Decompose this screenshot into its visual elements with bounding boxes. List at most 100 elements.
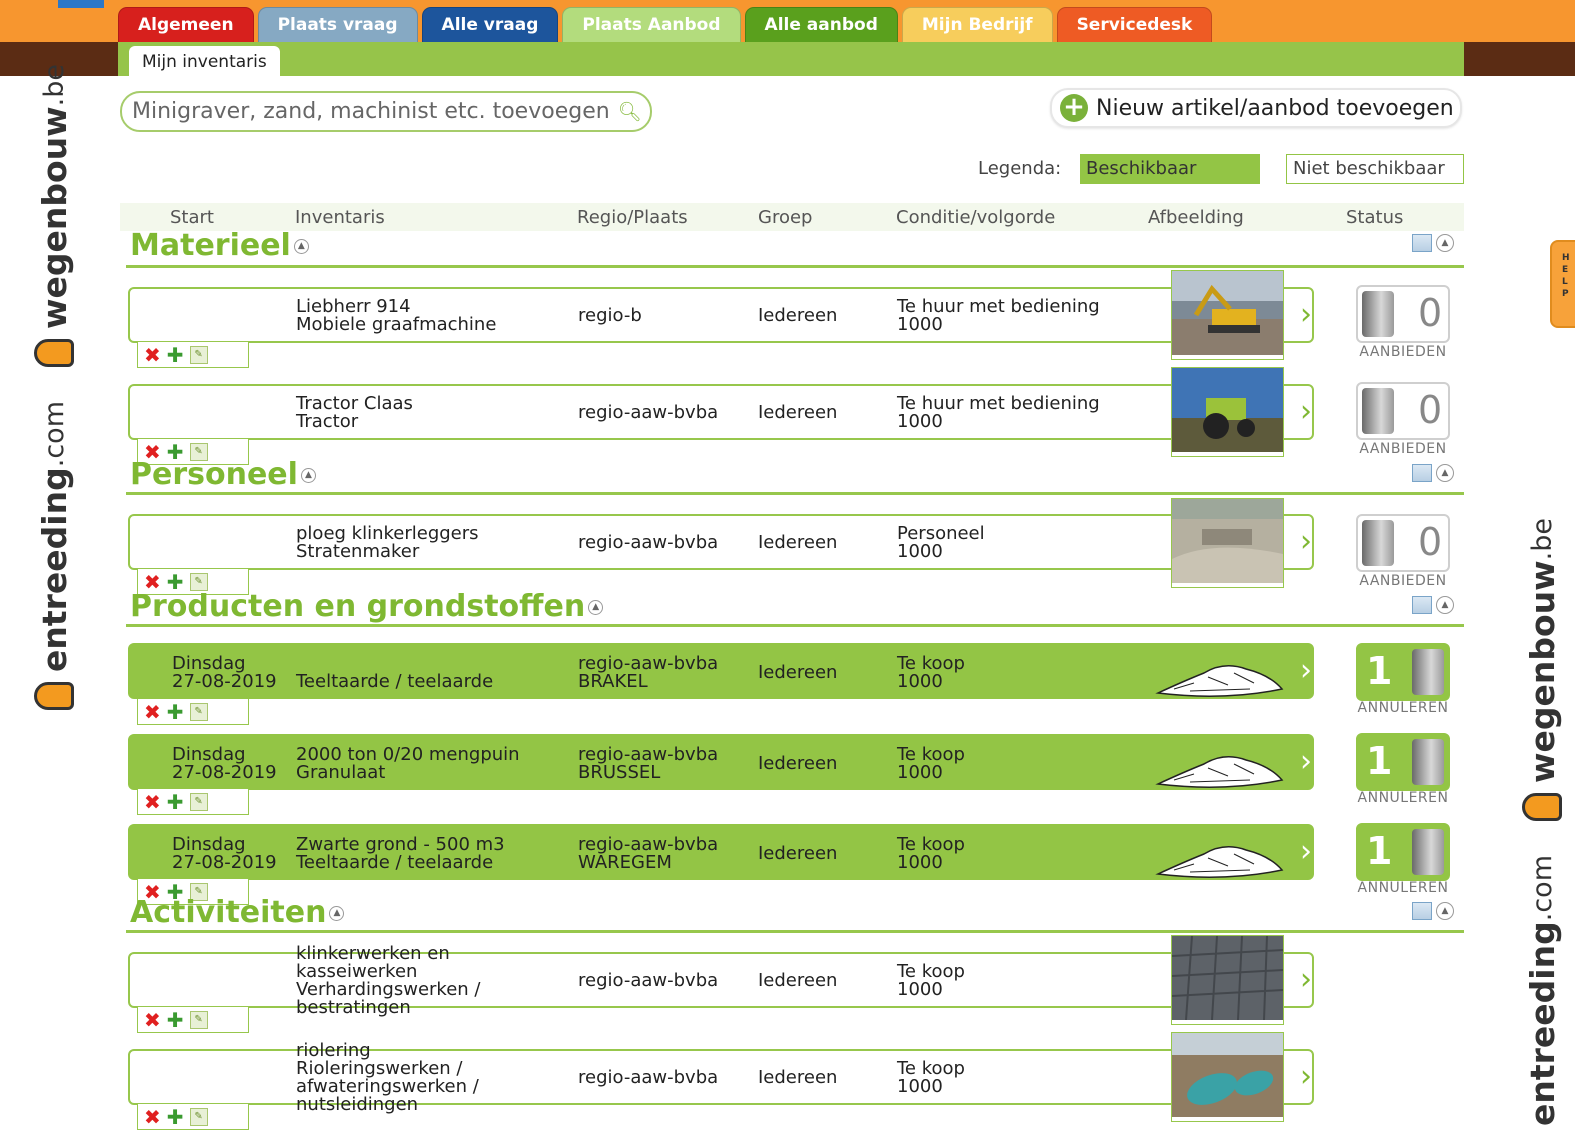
- row-conditie: Te huur met bediening 1000: [897, 296, 1100, 335]
- list-view-icon[interactable]: [1412, 596, 1432, 614]
- subtab-mijn-inventaris[interactable]: Mijn inventaris: [129, 46, 280, 76]
- status-toggle[interactable]: 1: [1356, 823, 1450, 881]
- toggle-value: 0: [1418, 520, 1443, 564]
- row-regio: regio-aaw-bvba: [578, 1067, 719, 1088]
- collapse-icon[interactable]: ▲: [1436, 596, 1454, 614]
- row-conditie: Te huur met bediening 1000: [897, 393, 1100, 432]
- excavator-photo: [1172, 271, 1283, 355]
- edit-icon[interactable]: ✎: [189, 572, 208, 591]
- row-actions: ✖ ✚ ✎: [137, 342, 249, 368]
- add-new-item-label: Nieuw artikel/aanbod toevoegen: [1096, 95, 1454, 121]
- toggle-value: 0: [1418, 388, 1443, 432]
- tab-servicedesk[interactable]: Servicedesk: [1056, 7, 1213, 42]
- status-toggle[interactable]: 0: [1356, 514, 1450, 572]
- item-image[interactable]: [1171, 270, 1284, 360]
- row-actions: ✖ ✚ ✎: [137, 1104, 249, 1130]
- tab-plaats-aanbod[interactable]: Plaats Aanbod: [562, 7, 741, 42]
- list-view-icon[interactable]: [1412, 902, 1432, 920]
- list-view-icon[interactable]: [1412, 464, 1432, 482]
- add-icon[interactable]: ✚: [167, 702, 184, 722]
- section-title-producten: Producten en grondstoffen ▲: [130, 589, 604, 624]
- status-toggle[interactable]: 1: [1356, 733, 1450, 791]
- status-toggle[interactable]: 0: [1356, 382, 1450, 440]
- tab-alle-vraag[interactable]: Alle vraag: [421, 7, 559, 42]
- chevron-right-icon[interactable]: ›: [1300, 397, 1312, 427]
- add-icon[interactable]: ✚: [167, 1107, 184, 1127]
- col-regio: Regio/Plaats: [577, 207, 688, 228]
- table-row[interactable]: ploeg klinkerleggers Stratenmaker regio-…: [128, 514, 1314, 570]
- table-row[interactable]: klinkerwerken en kasseiwerken Verharding…: [128, 945, 1314, 1017]
- chevron-right-icon[interactable]: ›: [1300, 747, 1312, 777]
- search-placeholder: Minigraver, zand, machinist etc. toevoeg…: [132, 98, 610, 124]
- collapse-icon[interactable]: ▲: [1436, 234, 1454, 252]
- collapse-icon[interactable]: ▲: [1436, 464, 1454, 482]
- brand-tld2-right: .com: [1526, 855, 1558, 922]
- main-content: Minigraver, zand, machinist etc. toevoeg…: [118, 76, 1464, 1130]
- chevron-right-icon[interactable]: ›: [1300, 656, 1312, 686]
- chevron-right-icon[interactable]: ›: [1300, 837, 1312, 867]
- search-icon[interactable]: 🔍︎: [618, 94, 642, 130]
- chevron-right-icon[interactable]: ›: [1300, 965, 1312, 995]
- brand-logo-mark-2: [34, 339, 74, 367]
- tab-alle-aanbod[interactable]: Alle aanbod: [744, 7, 898, 42]
- row-groep: Iedereen: [758, 1067, 838, 1088]
- search-input[interactable]: Minigraver, zand, machinist etc. toevoeg…: [120, 91, 652, 132]
- table-row[interactable]: Dinsdag 27-08-2019 Teeltaarde / teelaard…: [128, 643, 1314, 699]
- delete-icon[interactable]: ✖: [144, 1010, 161, 1030]
- list-view-icon[interactable]: [1412, 234, 1432, 252]
- delete-icon[interactable]: ✖: [144, 792, 161, 812]
- add-icon[interactable]: ✚: [167, 1010, 184, 1030]
- row-groep: Iedereen: [758, 402, 838, 423]
- add-icon[interactable]: ✚: [167, 345, 184, 365]
- row-conditie: Te koop 1000: [897, 834, 965, 873]
- table-row[interactable]: riolering Rioleringswerken / afwaterings…: [128, 1042, 1314, 1114]
- item-image[interactable]: [1171, 935, 1284, 1025]
- toggle-label: AANBIEDEN: [1359, 573, 1447, 589]
- toggle-label: ANNULEREN: [1357, 700, 1449, 716]
- collapse-icon[interactable]: ▲: [588, 600, 604, 615]
- edit-icon[interactable]: ✎: [189, 702, 208, 721]
- collapse-icon[interactable]: ▲: [329, 906, 345, 921]
- delete-icon[interactable]: ✖: [144, 702, 161, 722]
- table-row[interactable]: Tractor Claas Tractor regio-aaw-bvba Ied…: [128, 384, 1314, 440]
- edit-icon[interactable]: ✎: [189, 1107, 208, 1126]
- toggle-knob: [1412, 829, 1444, 875]
- legend-label: Legenda:: [978, 158, 1062, 179]
- toggle-knob: [1362, 520, 1394, 566]
- edit-icon[interactable]: ✎: [189, 1010, 208, 1029]
- status-toggle[interactable]: 0: [1356, 285, 1450, 343]
- add-new-item-button[interactable]: + Nieuw artikel/aanbod toevoegen: [1050, 88, 1462, 128]
- delete-icon[interactable]: ✖: [144, 1107, 161, 1127]
- feedback-side-tab[interactable]: HELP: [1550, 240, 1575, 328]
- tab-plaats-vraag[interactable]: Plaats vraag: [257, 7, 418, 42]
- row-groep: Iedereen: [758, 753, 838, 774]
- tab-algemeen[interactable]: Algemeen: [118, 7, 254, 42]
- table-row[interactable]: Dinsdag 27-08-2019 Zwarte grond - 500 m3…: [128, 824, 1314, 880]
- row-groep: Iedereen: [758, 843, 838, 864]
- edit-icon[interactable]: ✎: [189, 792, 208, 811]
- edit-icon[interactable]: ✎: [189, 345, 208, 364]
- toggle-knob: [1362, 291, 1394, 337]
- chevron-right-icon[interactable]: ›: [1300, 300, 1312, 330]
- chevron-right-icon[interactable]: ›: [1300, 1062, 1312, 1092]
- delete-icon[interactable]: ✖: [144, 345, 161, 365]
- item-image[interactable]: [1171, 498, 1284, 588]
- collapse-icon[interactable]: ▲: [1436, 902, 1454, 920]
- toggle-knob: [1412, 739, 1444, 785]
- table-row[interactable]: Liebherr 914 Mobiele graafmachine regio-…: [128, 287, 1314, 343]
- collapse-icon[interactable]: ▲: [293, 239, 309, 254]
- brand-logo-mark: [34, 682, 74, 710]
- add-icon[interactable]: ✚: [167, 792, 184, 812]
- collapse-icon[interactable]: ▲: [300, 468, 316, 483]
- chevron-right-icon[interactable]: ›: [1300, 527, 1312, 557]
- status-toggle[interactable]: 1: [1356, 643, 1450, 701]
- table-row[interactable]: Dinsdag 27-08-2019 2000 ton 0/20 mengpui…: [128, 734, 1314, 790]
- toggle-value: 1: [1366, 829, 1393, 873]
- brand-tld2: .com: [38, 401, 70, 468]
- item-image[interactable]: [1171, 367, 1284, 457]
- item-image[interactable]: [1171, 1032, 1284, 1122]
- section-producten-label: Producten en grondstoffen: [130, 589, 586, 624]
- row-actions: ✖ ✚ ✎: [137, 699, 249, 725]
- brand-logo-mark-right: [1522, 793, 1562, 821]
- tab-mijn-bedrijf[interactable]: Mijn Bedrijf: [901, 7, 1053, 42]
